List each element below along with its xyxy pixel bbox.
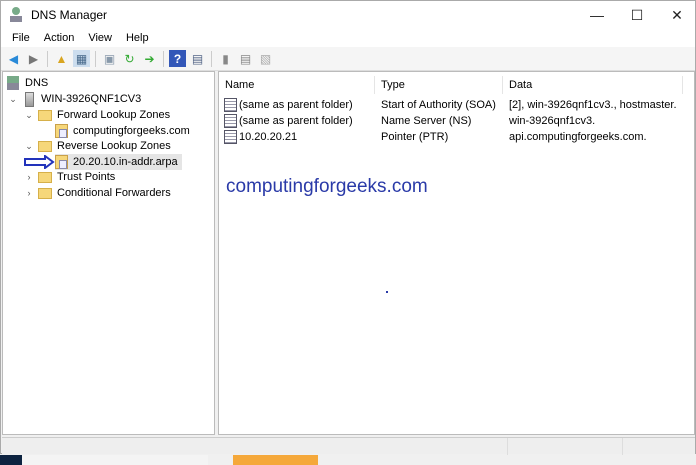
record-name: (same as parent folder)	[239, 99, 353, 111]
action-pane-icon[interactable]: ▤	[189, 50, 206, 67]
show-tree-icon[interactable]: ▦	[73, 50, 90, 67]
server-icon[interactable]: ▮	[217, 50, 234, 67]
minimize-button[interactable]: —	[577, 1, 617, 29]
record-icon[interactable]: ▤	[237, 50, 254, 67]
tree-forward-zone[interactable]: computingforgeeks.com	[55, 123, 190, 139]
dns-icon	[7, 76, 19, 90]
record-icon	[224, 98, 237, 112]
forward-icon[interactable]: ▶	[25, 50, 42, 67]
tree-label: Forward Lookup Zones	[57, 109, 171, 121]
record-data: api.computingforgeeks.com.	[509, 131, 647, 143]
window-title: DNS Manager	[31, 8, 108, 22]
status-section	[507, 438, 622, 455]
close-button[interactable]: ✕	[657, 1, 696, 29]
console-tree: DNS ⌄ WIN-3926QNF1CV3 ⌄ Forward Lookup Zon…	[2, 71, 215, 435]
tree-label: Reverse Lookup Zones	[57, 140, 171, 152]
record-name: 10.20.20.21	[239, 131, 298, 143]
tree-dns-root[interactable]: DNS	[7, 75, 48, 91]
record-type: Name Server (NS)	[381, 115, 472, 127]
tree-label: WIN-3926QNF1CV3	[41, 93, 142, 105]
tree-server[interactable]: ⌄ WIN-3926QNF1CV3	[7, 91, 141, 107]
chevron-right-icon[interactable]: ›	[23, 172, 35, 182]
folder-icon	[38, 109, 52, 121]
folder-icon	[38, 140, 52, 152]
status-section	[622, 438, 695, 455]
tree-label: DNS	[25, 77, 49, 89]
chevron-down-icon[interactable]: ⌄	[23, 141, 35, 152]
back-icon[interactable]: ◀	[5, 50, 22, 67]
column-header-type[interactable]: Type	[375, 76, 503, 94]
background-panel	[22, 455, 208, 465]
status-bar	[2, 437, 695, 455]
tree-label: Trust Points	[57, 171, 116, 183]
chevron-down-icon[interactable]: ⌄	[7, 94, 19, 105]
menu-file[interactable]: File	[5, 32, 37, 44]
server-icon	[25, 91, 34, 107]
watermark-text: computingforgeeks.com	[226, 176, 428, 197]
menu-view[interactable]: View	[81, 32, 119, 44]
record-name: (same as parent folder)	[239, 115, 353, 127]
menu-bar: File Action View Help	[1, 29, 695, 47]
title-bar: DNS Manager — ☐ ✕	[1, 1, 695, 29]
record-icon	[224, 130, 237, 144]
record-type: Pointer (PTR)	[381, 131, 449, 143]
tree-label: Conditional Forwarders	[57, 187, 171, 199]
record-data: win-3926qnf1cv3.	[509, 115, 596, 127]
zone-icon	[55, 155, 68, 169]
tree-forward-lookup-zones[interactable]: ⌄ Forward Lookup Zones	[23, 107, 170, 123]
properties-icon[interactable]: ▣	[101, 50, 118, 67]
toolbar: ◀ ▶ ▲ ▦ ▣ ↻ ➔ ? ▤ ▮ ▤ ▧	[1, 47, 695, 71]
tree-label: computingforgeeks.com	[73, 125, 190, 137]
tree-reverse-lookup-zones[interactable]: ⌄ Reverse Lookup Zones	[23, 138, 171, 154]
dns-manager-window: DNS Manager — ☐ ✕ File Action View Help …	[0, 0, 696, 455]
background-orange-bar	[233, 455, 318, 465]
zone-icon[interactable]: ▧	[257, 50, 274, 67]
tree-conditional-forwarders[interactable]: › Conditional Forwarders	[23, 185, 171, 201]
refresh-icon[interactable]: ↻	[121, 50, 138, 67]
record-icon	[224, 114, 237, 128]
annotation-arrow-icon	[23, 154, 55, 170]
folder-icon	[38, 171, 52, 183]
cursor-dot	[386, 291, 388, 293]
up-folder-icon[interactable]: ▲	[53, 50, 70, 67]
zone-icon	[55, 124, 68, 138]
background-dark-block	[0, 455, 22, 465]
folder-icon	[38, 187, 52, 199]
menu-help[interactable]: Help	[119, 32, 156, 44]
column-header-name[interactable]: Name	[219, 76, 375, 94]
record-data: [2], win-3926qnf1cv3., hostmaster.	[509, 99, 677, 111]
column-header-data[interactable]: Data	[503, 76, 683, 94]
tree-label: 20.20.10.in-addr.arpa	[73, 156, 178, 168]
maximize-button[interactable]: ☐	[617, 1, 657, 29]
tree-reverse-zone-selected[interactable]: 20.20.10.in-addr.arpa	[55, 154, 182, 170]
chevron-right-icon[interactable]: ›	[23, 188, 35, 198]
record-type: Start of Authority (SOA)	[381, 99, 496, 111]
records-list: Name Type Data (same as parent folder) S…	[218, 71, 695, 435]
help-icon[interactable]: ?	[169, 50, 186, 67]
dns-app-icon	[9, 7, 23, 23]
menu-action[interactable]: Action	[37, 32, 82, 44]
tree-trust-points[interactable]: › Trust Points	[23, 169, 116, 185]
chevron-down-icon[interactable]: ⌄	[23, 110, 35, 121]
export-icon[interactable]: ➔	[141, 50, 158, 67]
